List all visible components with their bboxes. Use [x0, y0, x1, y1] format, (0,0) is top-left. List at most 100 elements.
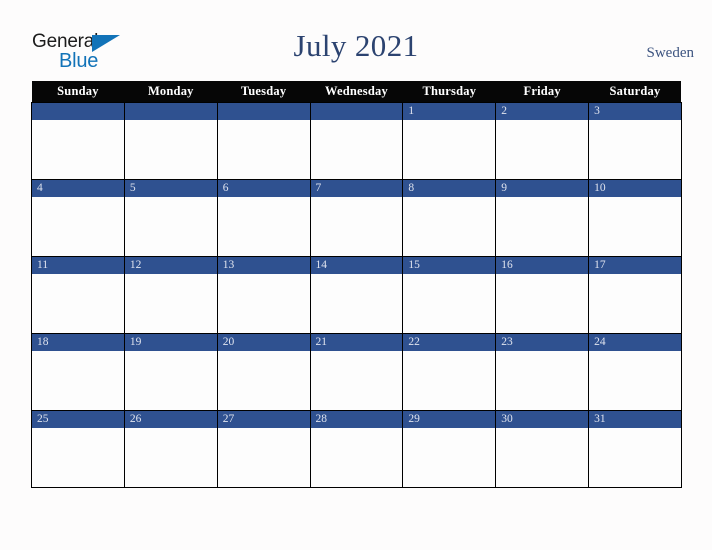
- weekday-header-saturday: Saturday: [588, 81, 682, 103]
- day-note-area[interactable]: [403, 428, 496, 486]
- day-note-area[interactable]: [496, 274, 589, 332]
- day-note-area[interactable]: [217, 351, 310, 409]
- calendar-day-cell[interactable]: 14: [309, 256, 404, 334]
- day-number: 7: [310, 180, 403, 197]
- day-number: 6: [217, 180, 310, 197]
- weekday-header-monday: Monday: [124, 81, 218, 103]
- calendar-day-cell[interactable]: 25: [31, 410, 125, 488]
- day-number: 5: [124, 180, 217, 197]
- calendar-day-cell[interactable]: 15: [402, 256, 497, 334]
- day-note-area[interactable]: [217, 197, 310, 255]
- calendar-day-cell-empty: [216, 102, 311, 180]
- page-title: July 2021: [293, 28, 419, 63]
- day-number: 13: [217, 257, 310, 274]
- day-number: 9: [496, 180, 589, 197]
- day-note-area[interactable]: [310, 120, 403, 178]
- day-number: 17: [589, 257, 681, 274]
- calendar-week-row: 4 5 6 7 8 9 10: [31, 179, 682, 257]
- weekday-header-wednesday: Wednesday: [310, 81, 403, 103]
- day-note-area[interactable]: [32, 274, 124, 332]
- calendar-day-cell[interactable]: 1: [402, 102, 497, 180]
- calendar-day-cell[interactable]: 29: [402, 410, 497, 488]
- day-note-area[interactable]: [124, 428, 217, 486]
- day-note-area[interactable]: [32, 197, 124, 255]
- calendar-day-cell[interactable]: 19: [123, 333, 218, 411]
- calendar-week-row: 11 12 13 14 15 16 17: [31, 256, 682, 334]
- calendar-day-cell[interactable]: 10: [588, 179, 682, 257]
- day-number: 27: [217, 411, 310, 428]
- day-note-area[interactable]: [32, 351, 124, 409]
- day-note-area[interactable]: [496, 197, 589, 255]
- calendar-day-cell[interactable]: 30: [495, 410, 590, 488]
- day-note-area[interactable]: [310, 274, 403, 332]
- day-number: 25: [32, 411, 124, 428]
- day-number: [217, 103, 310, 120]
- day-number: 31: [589, 411, 681, 428]
- calendar-day-cell[interactable]: 27: [216, 410, 311, 488]
- calendar-week-row: 123: [31, 102, 682, 180]
- day-number: 15: [403, 257, 496, 274]
- day-number: 2: [496, 103, 589, 120]
- calendar-day-cell[interactable]: 11: [31, 256, 125, 334]
- day-note-area[interactable]: [124, 120, 217, 178]
- day-number: [32, 103, 124, 120]
- day-note-area[interactable]: [589, 120, 681, 178]
- calendar-day-cell[interactable]: 22: [402, 333, 497, 411]
- day-note-area[interactable]: [589, 197, 681, 255]
- day-note-area[interactable]: [589, 351, 681, 409]
- day-number: 1: [403, 103, 496, 120]
- day-note-area[interactable]: [124, 274, 217, 332]
- day-note-area[interactable]: [496, 428, 589, 486]
- day-note-area[interactable]: [496, 351, 589, 409]
- day-note-area[interactable]: [124, 351, 217, 409]
- day-note-area[interactable]: [310, 351, 403, 409]
- calendar-day-cell[interactable]: 24: [588, 333, 682, 411]
- day-note-area[interactable]: [217, 428, 310, 486]
- calendar-day-cell[interactable]: 26: [123, 410, 218, 488]
- weekday-header-sunday: Sunday: [31, 81, 125, 103]
- weekday-header-thursday: Thursday: [402, 81, 496, 103]
- calendar-day-cell[interactable]: 23: [495, 333, 590, 411]
- day-note-area[interactable]: [589, 428, 681, 486]
- day-note-area[interactable]: [310, 197, 403, 255]
- calendar-header-row: Sunday Monday Tuesday Wednesday Thursday Frid…: [31, 81, 682, 103]
- day-note-area[interactable]: [403, 274, 496, 332]
- day-note-area[interactable]: [217, 274, 310, 332]
- day-number: 22: [403, 334, 496, 351]
- day-note-area[interactable]: [32, 428, 124, 486]
- day-note-area[interactable]: [403, 120, 496, 178]
- calendar-day-cell[interactable]: 31: [588, 410, 682, 488]
- calendar-day-cell-empty: [123, 102, 218, 180]
- calendar-day-cell[interactable]: 21: [309, 333, 404, 411]
- calendar-day-cell[interactable]: 12: [123, 256, 218, 334]
- day-number: 4: [32, 180, 124, 197]
- day-note-area[interactable]: [496, 120, 589, 178]
- calendar-day-cell[interactable]: 3: [588, 102, 682, 180]
- calendar-day-cell[interactable]: 20: [216, 333, 311, 411]
- calendar-day-cell[interactable]: 4: [31, 179, 125, 257]
- day-number: 30: [496, 411, 589, 428]
- calendar-day-cell[interactable]: 2: [495, 102, 590, 180]
- day-note-area[interactable]: [310, 428, 403, 486]
- calendar-day-cell[interactable]: 17: [588, 256, 682, 334]
- day-note-area[interactable]: [589, 274, 681, 332]
- calendar-day-cell[interactable]: 6: [216, 179, 311, 257]
- calendar-day-cell[interactable]: 5: [123, 179, 218, 257]
- day-number: 18: [32, 334, 124, 351]
- day-note-area[interactable]: [124, 197, 217, 255]
- day-number: 24: [589, 334, 681, 351]
- calendar-day-cell[interactable]: 7: [309, 179, 404, 257]
- day-note-area[interactable]: [403, 197, 496, 255]
- day-note-area[interactable]: [403, 351, 496, 409]
- calendar-day-cell[interactable]: 8: [402, 179, 497, 257]
- day-number: [310, 103, 403, 120]
- calendar-day-cell[interactable]: 13: [216, 256, 311, 334]
- weekday-header-tuesday: Tuesday: [217, 81, 311, 103]
- calendar-day-cell[interactable]: 18: [31, 333, 125, 411]
- day-number: 14: [310, 257, 403, 274]
- calendar-day-cell[interactable]: 28: [309, 410, 404, 488]
- calendar-day-cell[interactable]: 16: [495, 256, 590, 334]
- day-note-area[interactable]: [32, 120, 124, 178]
- calendar-day-cell[interactable]: 9: [495, 179, 590, 257]
- day-note-area[interactable]: [217, 120, 310, 178]
